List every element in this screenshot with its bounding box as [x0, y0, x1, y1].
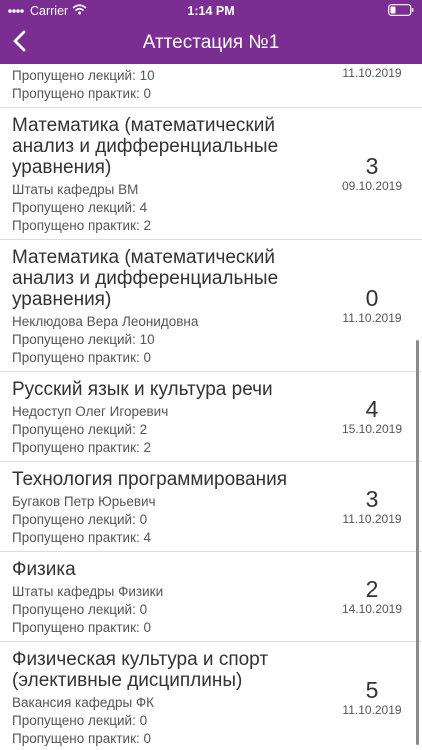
list-item[interactable]: Математика (математический анализ и дифф… [0, 108, 422, 240]
grade: 5 [365, 676, 379, 703]
missed-lectures: Пропущено лекций: 4 [12, 200, 148, 215]
date: 14.10.2019 [341, 602, 403, 616]
nav-bar: Аттестация №1 [0, 22, 422, 64]
subject-title: Русский язык и культура речи [12, 379, 273, 400]
scroll-indicator[interactable] [416, 340, 419, 745]
missed-lectures: Пропущено лекций: 0 [12, 713, 148, 728]
subject-title: Математика (математический анализ и дифф… [12, 115, 279, 178]
date: 11.10.2019 [342, 311, 402, 325]
grade-block: 11.10.2019 [332, 64, 412, 107]
grade-block: 2 14.10.2019 [332, 552, 412, 641]
date: 11.10.2019 [342, 66, 402, 80]
date: 09.10.2019 [341, 179, 403, 193]
grade: 3 [365, 486, 379, 512]
grade-block: 4 15.10.2019 [332, 372, 412, 461]
date: 15.10.2019 [341, 422, 403, 436]
attestation-list[interactable]: Пропущено лекций: 10 Пропущено практик: … [0, 64, 422, 750]
missed-lectures: Пропущено лекций: 0 [12, 512, 148, 527]
battery-icon [388, 4, 414, 19]
list-item[interactable]: Физическая культура и спорт (элективные … [0, 642, 422, 750]
missed-practices: Пропущено практик: 4 [12, 530, 151, 545]
missed-practices: Пропущено практик: 0 [12, 86, 151, 101]
list-item[interactable]: Технология программирования Бугаков Петр… [0, 462, 422, 552]
missed-lectures: Пропущено лекций: 0 [12, 602, 148, 617]
missed-lectures: Пропущено лекций: 2 [12, 422, 148, 437]
missed-practices: Пропущено практик: 0 [12, 620, 151, 635]
page-title: Аттестация №1 [142, 32, 280, 53]
missed-lectures: Пропущено лекций: 10 [12, 68, 155, 83]
subject-title: Физика [12, 559, 76, 580]
teacher: Недоступ Олег Игоревич [12, 404, 169, 419]
teacher: Бугаков Петр Юрьевич [12, 494, 156, 509]
missed-lectures: Пропущено лекций: 10 [12, 332, 155, 347]
navigation-header: Carrier 1:14 PM Аттестация №1 [0, 0, 422, 64]
subject-title: Физическая культура и спорт (элективные … [12, 649, 269, 691]
status-time: 1:14 PM [187, 4, 235, 18]
list-item[interactable]: Физика Штаты кафедры Физики Пропущено ле… [0, 552, 422, 642]
missed-practices: Пропущено практик: 2 [12, 440, 151, 455]
missed-practices: Пропущено практик: 0 [12, 350, 151, 365]
list-item[interactable]: Математика (математический анализ и дифф… [0, 240, 422, 372]
date: 11.10.2019 [342, 512, 402, 526]
date: 11.10.2019 [342, 702, 402, 717]
list-item[interactable]: Пропущено лекций: 10 Пропущено практик: … [0, 64, 422, 108]
grade-block: 5 11.10.2019 [332, 642, 412, 750]
subject-title: Математика (математический анализ и дифф… [12, 247, 279, 310]
teacher: Неклюдова Вера Леонидовна [12, 314, 199, 329]
status-bar: Carrier 1:14 PM [0, 0, 422, 22]
grade-block: 3 09.10.2019 [332, 108, 412, 239]
subject-title: Технология программирования [12, 469, 288, 490]
grade-block: 3 11.10.2019 [332, 462, 412, 551]
grade-block: 0 11.10.2019 [332, 240, 412, 371]
list-item[interactable]: Русский язык и культура речи Недоступ Ол… [0, 372, 422, 462]
teacher: Штаты кафедры ВМ [12, 182, 139, 197]
grade: 0 [365, 285, 379, 311]
missed-practices: Пропущено практик: 2 [12, 218, 151, 233]
teacher: Вакансия кафедры ФК [12, 695, 155, 710]
grade: 2 [365, 576, 379, 602]
grade: 3 [365, 153, 379, 179]
grade: 4 [365, 396, 379, 422]
missed-practices: Пропущено практик: 0 [12, 731, 151, 746]
teacher: Штаты кафедры Физики [12, 584, 164, 599]
